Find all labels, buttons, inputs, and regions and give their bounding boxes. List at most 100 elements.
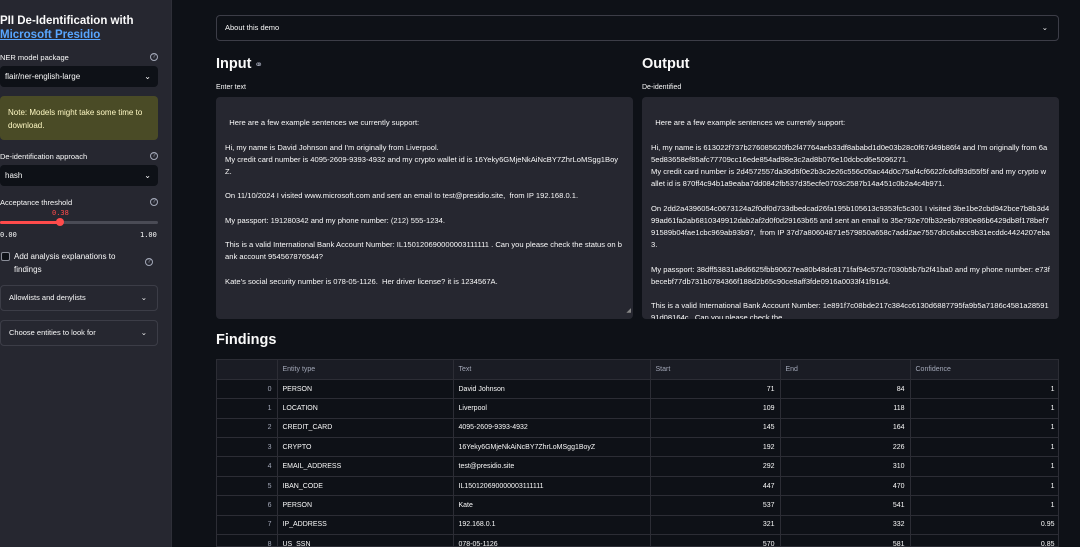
column-header-end[interactable]: End — [780, 360, 911, 380]
row-index[interactable]: 2 — [217, 418, 278, 439]
entities-label: Choose entities to look for — [9, 328, 96, 337]
models-note: Note: Models might take some time to dow… — [0, 96, 158, 140]
end-cell[interactable]: 226 — [780, 437, 911, 458]
threshold-slider-handle[interactable] — [56, 218, 65, 226]
confidence-cell[interactable]: 1 — [910, 495, 1058, 516]
start-cell[interactable]: 570 — [650, 534, 781, 546]
sidebar: PII De-Identification with Microsoft Pre… — [0, 0, 172, 547]
explanations-label[interactable]: Add analysis explanations to findings — [14, 250, 139, 276]
explanations-checkbox[interactable] — [1, 252, 10, 261]
text-cell[interactable]: IL150120690000003111111 — [453, 476, 651, 497]
text-cell[interactable]: 4095-2609-9393-4932 — [453, 418, 651, 439]
column-header-index[interactable] — [217, 360, 278, 380]
end-cell[interactable]: 541 — [780, 495, 911, 516]
confidence-cell[interactable]: 0.85 — [910, 534, 1058, 546]
start-cell[interactable]: 71 — [650, 379, 781, 400]
text-cell[interactable]: David Johnson — [453, 379, 651, 400]
output-text: Here are a few example sentences we curr… — [651, 118, 1050, 319]
output-textarea[interactable]: Here are a few example sentences we curr… — [642, 97, 1059, 319]
entity-type-cell[interactable]: PERSON — [277, 495, 454, 516]
threshold-min: 0.00 — [0, 231, 17, 239]
table-row[interactable]: 7 IP_ADDRESS 192.168.0.1 321 332 0.95 — [217, 515, 1058, 536]
column-header-text[interactable]: Text — [453, 360, 651, 380]
entity-type-cell[interactable]: US_SSN — [277, 534, 454, 546]
entity-type-cell[interactable]: PERSON — [277, 379, 454, 400]
findings-heading: Findings — [216, 332, 276, 348]
end-cell[interactable]: 84 — [780, 379, 911, 400]
row-index[interactable]: 5 — [217, 476, 278, 497]
help-circle-icon[interactable]: ? — [150, 198, 158, 206]
table-row[interactable]: 3 CRYPTO 16Yeky6GMjeNkAiNcBY7ZhrLoMSgg1Boy… — [217, 437, 1058, 458]
help-circle-icon[interactable]: ? — [150, 53, 158, 61]
row-index[interactable]: 7 — [217, 515, 278, 536]
entity-type-cell[interactable]: CRYPTO — [277, 437, 454, 458]
text-cell[interactable]: Liverpool — [453, 398, 651, 419]
start-cell[interactable]: 109 — [650, 398, 781, 419]
entity-type-cell[interactable]: LOCATION — [277, 398, 454, 419]
table-row[interactable]: 0 PERSON David Johnson 71 84 1 — [217, 379, 1058, 400]
text-cell[interactable]: test@presidio.site — [453, 456, 651, 477]
threshold-slider-track[interactable] — [0, 221, 158, 224]
text-cell[interactable]: 192.168.0.1 — [453, 515, 651, 536]
ner-model-value: flair/ner-english-large — [5, 72, 81, 81]
confidence-cell[interactable]: 0.95 — [910, 515, 1058, 536]
entity-type-cell[interactable]: IBAN_CODE — [277, 476, 454, 497]
row-index[interactable]: 1 — [217, 398, 278, 419]
allowlists-expander[interactable]: Allowlists and denylists ⌄ — [0, 285, 158, 311]
row-index[interactable]: 3 — [217, 437, 278, 458]
about-expander[interactable]: About this demo ⌄ — [216, 15, 1059, 41]
column-header-confidence[interactable]: Confidence — [910, 360, 1058, 380]
help-circle-icon[interactable]: ? — [150, 152, 158, 160]
confidence-cell[interactable]: 1 — [910, 379, 1058, 400]
deid-approach-select[interactable]: hash ⌄ — [0, 165, 158, 186]
table-row[interactable]: 2 CREDIT_CARD 4095-2609-9393-4932 145 164 1 — [217, 418, 1058, 439]
row-index[interactable]: 6 — [217, 495, 278, 516]
table-row[interactable]: 8 US_SSN 078-05-1126 570 581 0.85 — [217, 534, 1058, 546]
start-cell[interactable]: 537 — [650, 495, 781, 516]
entity-type-cell[interactable]: CREDIT_CARD — [277, 418, 454, 439]
column-header-entity-type[interactable]: Entity type — [277, 360, 454, 380]
entity-type-cell[interactable]: EMAIL_ADDRESS — [277, 456, 454, 477]
ner-model-select[interactable]: flair/ner-english-large ⌄ — [0, 66, 158, 87]
confidence-cell[interactable]: 1 — [910, 476, 1058, 497]
end-cell[interactable]: 164 — [780, 418, 911, 439]
table-row[interactable]: 1 LOCATION Liverpool 109 118 1 — [217, 398, 1058, 419]
link-icon[interactable]: ⚭ — [254, 60, 262, 71]
start-cell[interactable]: 292 — [650, 456, 781, 477]
table-row[interactable]: 4 EMAIL_ADDRESS test@presidio.site 292 310 1 — [217, 456, 1058, 477]
resize-handle-icon[interactable]: ◢ — [626, 305, 631, 317]
text-cell[interactable]: 078-05-1126 — [453, 534, 651, 546]
input-textarea[interactable]: Here are a few example sentences we curr… — [216, 97, 633, 319]
entity-type-cell[interactable]: IP_ADDRESS — [277, 515, 454, 536]
confidence-cell[interactable]: 1 — [910, 418, 1058, 439]
presidio-link[interactable]: Microsoft Presidio — [0, 29, 100, 41]
entities-expander[interactable]: Choose entities to look for ⌄ — [0, 320, 158, 346]
start-cell[interactable]: 321 — [650, 515, 781, 536]
end-cell[interactable]: 310 — [780, 456, 911, 477]
end-cell[interactable]: 470 — [780, 476, 911, 497]
table-row[interactable]: 6 PERSON Kate 537 541 1 — [217, 495, 1058, 516]
input-title: Input — [216, 56, 252, 72]
row-index[interactable]: 4 — [217, 456, 278, 477]
findings-table[interactable]: Entity type Text Start End Confidence 0P… — [216, 359, 1059, 547]
confidence-cell[interactable]: 1 — [910, 398, 1058, 419]
confidence-cell[interactable]: 1 — [910, 437, 1058, 458]
confidence-cell[interactable]: 1 — [910, 456, 1058, 477]
start-cell[interactable]: 145 — [650, 418, 781, 439]
allowlists-label: Allowlists and denylists — [9, 293, 86, 302]
chevron-down-icon: ⌄ — [1041, 23, 1048, 32]
end-cell[interactable]: 332 — [780, 515, 911, 536]
text-cell[interactable]: Kate — [453, 495, 651, 516]
input-field-label: Enter text — [216, 84, 246, 91]
text-cell[interactable]: 16Yeky6GMjeNkAiNcBY7ZhrLoMSgg1BoyZ — [453, 437, 651, 458]
row-index[interactable]: 0 — [217, 379, 278, 400]
row-index[interactable]: 8 — [217, 534, 278, 546]
end-cell[interactable]: 581 — [780, 534, 911, 546]
findings-title: Findings — [216, 332, 277, 348]
start-cell[interactable]: 192 — [650, 437, 781, 458]
end-cell[interactable]: 118 — [780, 398, 911, 419]
table-row[interactable]: 5 IBAN_CODE IL150120690000003111111 447 470 1 — [217, 476, 1058, 497]
column-header-start[interactable]: Start — [650, 360, 781, 380]
help-circle-icon[interactable]: ? — [145, 258, 153, 266]
start-cell[interactable]: 447 — [650, 476, 781, 497]
